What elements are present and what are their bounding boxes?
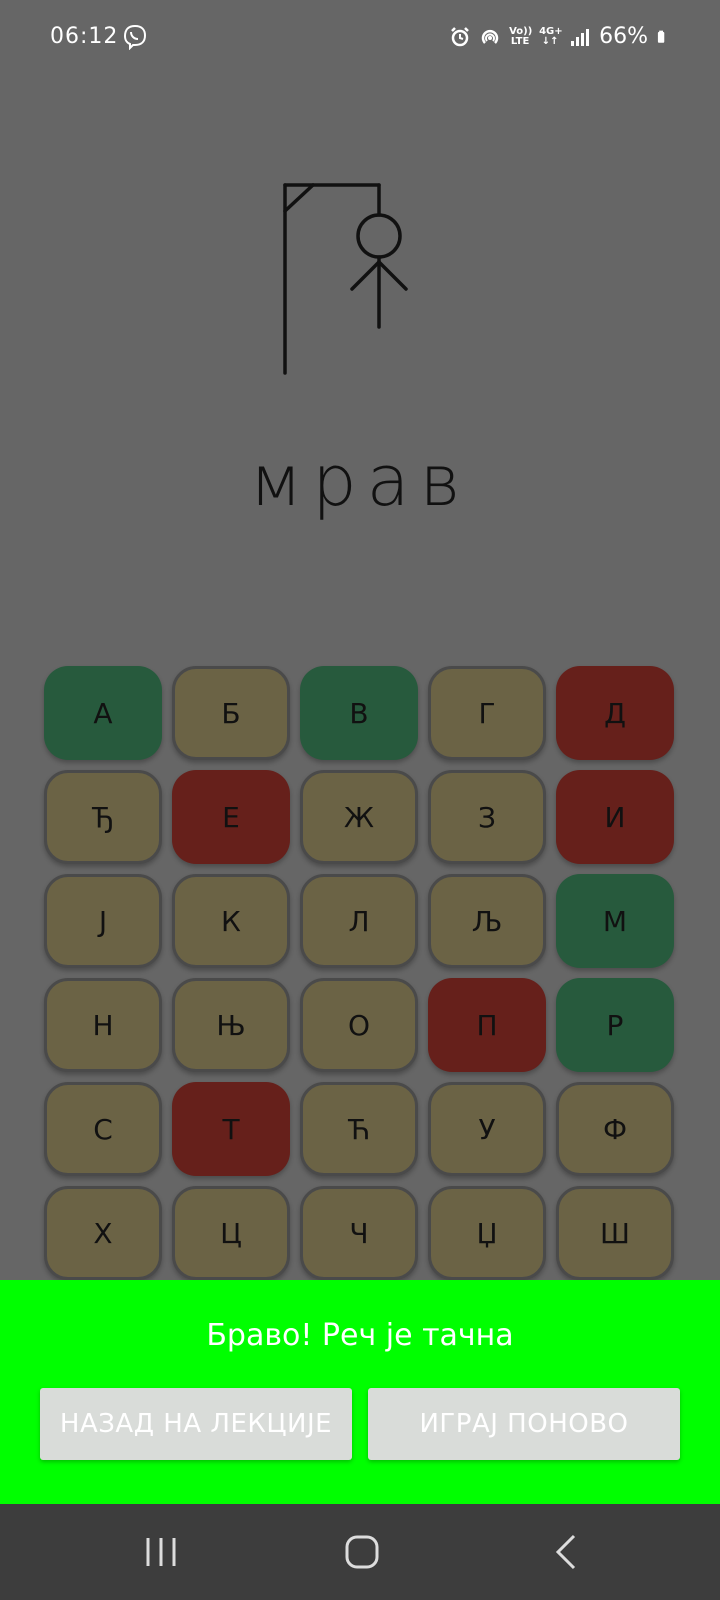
letter-keyboard: АБВГД ЂЕЖЗИ ЈКЛЉМ НЊОПР СТЋУФ ХЦЧЏШ: [44, 666, 676, 1280]
navigation-bar: [0, 1504, 720, 1600]
hotspot-icon: [481, 29, 499, 44]
guessed-word: мрав: [249, 440, 471, 522]
volte-icon: Vo)) LTE: [509, 25, 533, 47]
back-to-lessons-button[interactable]: НАЗАД НА ЛЕКЦИЈЕ: [40, 1388, 352, 1460]
result-message: Браво! Реч је тачна: [206, 1318, 514, 1353]
home-icon[interactable]: [342, 1532, 382, 1572]
letter-key-25[interactable]: Ф: [556, 1082, 674, 1176]
letter-key-5[interactable]: Д: [556, 666, 674, 760]
letter-key-19[interactable]: П: [428, 978, 546, 1072]
back-icon[interactable]: [546, 1532, 586, 1572]
letter-key-24[interactable]: У: [428, 1082, 546, 1176]
letter-key-18[interactable]: О: [300, 978, 418, 1072]
hangman-drawing: [283, 183, 408, 375]
hangman-head: [356, 213, 402, 259]
letter-key-26[interactable]: Х: [44, 1186, 162, 1280]
data-arrows-icon: ↓↑: [541, 35, 559, 47]
battery-percent: 66%: [599, 24, 648, 49]
letter-key-20[interactable]: Р: [556, 978, 674, 1072]
status-time: 06:12: [50, 24, 119, 49]
hangman-left-arm: [350, 260, 381, 291]
letter-key-3[interactable]: В: [300, 666, 418, 760]
letter-key-1[interactable]: А: [44, 666, 162, 760]
letter-key-16[interactable]: Н: [44, 978, 162, 1072]
gallows-brace: [283, 183, 315, 213]
letter-key-21[interactable]: С: [44, 1082, 162, 1176]
letter-key-30[interactable]: Ш: [556, 1186, 674, 1280]
letter-key-23[interactable]: Ћ: [300, 1082, 418, 1176]
letter-key-10[interactable]: И: [556, 770, 674, 864]
letter-key-8[interactable]: Ж: [300, 770, 418, 864]
battery-icon: [657, 30, 665, 43]
status-icons: Vo)) LTE 4G+ ↓↑ 66%: [449, 24, 670, 49]
play-again-button[interactable]: ИГРАЈ ПОНОВО: [368, 1388, 680, 1460]
letter-key-28[interactable]: Ч: [300, 1186, 418, 1280]
volte-top-label: Vo)): [509, 25, 533, 37]
letter-key-7[interactable]: Е: [172, 770, 290, 864]
letter-key-11[interactable]: Ј: [44, 874, 162, 968]
letter-key-15[interactable]: М: [556, 874, 674, 968]
letter-key-6[interactable]: Ђ: [44, 770, 162, 864]
letter-key-12[interactable]: К: [172, 874, 290, 968]
letter-key-27[interactable]: Ц: [172, 1186, 290, 1280]
network-type-label: 4G+: [539, 25, 563, 37]
letter-key-14[interactable]: Љ: [428, 874, 546, 968]
letter-key-9[interactable]: З: [428, 770, 546, 864]
letter-key-17[interactable]: Њ: [172, 978, 290, 1072]
status-bar: 06:12 Vo)) LTE 4G+ ↓↑ 66%: [0, 0, 720, 80]
letter-key-29[interactable]: Џ: [428, 1186, 546, 1280]
volte-bottom-label: LTE: [510, 35, 530, 47]
letter-key-13[interactable]: Л: [300, 874, 418, 968]
letter-key-4[interactable]: Г: [428, 666, 546, 760]
hangman-right-arm: [377, 260, 408, 291]
network-type-icon: 4G+ ↓↑: [539, 25, 563, 47]
recent-apps-icon[interactable]: [142, 1532, 182, 1572]
signal-icon: [571, 28, 590, 46]
letter-key-2[interactable]: Б: [172, 666, 290, 760]
result-panel: Браво! Реч је тачна НАЗАД НА ЛЕКЦИЈЕ ИГР…: [0, 1280, 720, 1504]
viber-icon: [123, 24, 147, 50]
letter-key-22[interactable]: Т: [172, 1082, 290, 1176]
alarm-icon: [451, 26, 469, 46]
